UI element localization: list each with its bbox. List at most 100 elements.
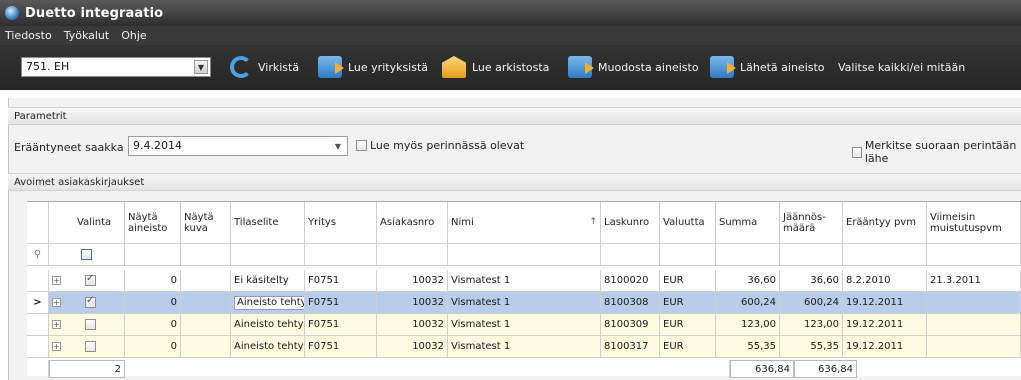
cell-yritys: F0751 xyxy=(305,292,377,314)
filter-cell[interactable] xyxy=(181,244,231,266)
filter-cell[interactable] xyxy=(377,244,448,266)
cell-summa-value: 123,00 xyxy=(741,319,776,330)
read-companies-button[interactable]: Lue yrityksistä xyxy=(318,55,428,79)
cell-tilaselite-value: Aineisto tehty xyxy=(234,295,304,310)
table-row[interactable]: >+0 Aineisto tehty F0751 10032 Vismatest 1 81… xyxy=(27,292,1021,314)
filter-cell[interactable] xyxy=(927,244,1021,266)
expand-icon[interactable]: + xyxy=(52,276,61,285)
col-header-yritys[interactable]: Yritys xyxy=(305,202,377,244)
filter-cell[interactable] xyxy=(448,244,601,266)
expand-icon[interactable]: + xyxy=(52,342,61,351)
cell-yritys: F0751 xyxy=(305,314,377,336)
row-indicator[interactable]: > xyxy=(27,292,49,314)
cell-asiakasnro-value: 10032 xyxy=(412,275,444,286)
row-select-cell[interactable]: + xyxy=(49,270,125,292)
row-checkbox[interactable] xyxy=(85,341,96,352)
row-select-cell[interactable]: + xyxy=(49,336,125,358)
cell-yritys-value: F0751 xyxy=(308,297,340,308)
filter-cell[interactable] xyxy=(601,244,660,266)
filter-valinta[interactable] xyxy=(49,244,125,266)
col-header-jaannosmaara[interactable]: Jäännös-määrä xyxy=(780,202,843,244)
cell-yritys-value: F0751 xyxy=(308,341,340,352)
row-indicator[interactable] xyxy=(27,314,49,336)
cell-nayta-kuva xyxy=(181,336,231,358)
table-row[interactable]: +0 Aineisto tehty F0751 10032 Vismatest 1 810… xyxy=(27,336,1021,358)
row-select-cell[interactable]: + xyxy=(49,314,125,336)
footer-spacer xyxy=(27,360,49,378)
filter-cell[interactable] xyxy=(125,244,181,266)
cell-valuutta: EUR xyxy=(660,292,716,314)
filter-cell[interactable] xyxy=(305,244,377,266)
cell-laskunro: 8100308 xyxy=(601,292,660,314)
cell-valuutta: EUR xyxy=(660,270,716,292)
menu-file[interactable]: Tiedosto xyxy=(5,29,52,42)
read-collection-checkbox[interactable] xyxy=(356,140,367,151)
cell-jaannosmaara: 36,60 xyxy=(780,270,843,292)
cell-asiakasnro-value: 10032 xyxy=(412,341,444,352)
filter-cell[interactable] xyxy=(660,244,716,266)
col-header-muistutus[interactable]: Viimeisin muistutuspvm xyxy=(927,202,1021,244)
filter-cell[interactable] xyxy=(716,244,780,266)
import-icon xyxy=(318,56,344,78)
cell-nayta-kuva xyxy=(181,314,231,336)
col-header-erantyy[interactable]: Erääntyy pvm xyxy=(843,202,927,244)
company-select[interactable]: 751. EH ▼ xyxy=(21,57,211,77)
table-row[interactable]: +0 Ei käsitelty F0751 10032 Vismatest 1 81000… xyxy=(27,270,1021,292)
cell-asiakasnro: 10032 xyxy=(377,270,448,292)
row-checkbox[interactable] xyxy=(85,295,96,308)
filter-icon[interactable]: ⚲ xyxy=(27,244,49,266)
grid-filter-row: ⚲ xyxy=(27,244,1021,266)
sort-ascending-icon: ↑ xyxy=(589,217,597,227)
row-indicator[interactable] xyxy=(27,270,49,292)
chevron-down-icon[interactable]: ▼ xyxy=(332,140,344,152)
row-indicator-header xyxy=(27,202,49,244)
menu-help[interactable]: Ohje xyxy=(121,29,146,42)
cell-laskunro-value: 8100317 xyxy=(604,341,649,352)
cell-nimi-value: Vismatest 1 xyxy=(451,341,511,352)
due-date-input[interactable]: 9.4.2014 ▼ xyxy=(128,136,348,156)
cell-valuutta: EUR xyxy=(660,336,716,358)
col-header-laskunro[interactable]: Laskunro xyxy=(601,202,660,244)
filter-cell[interactable] xyxy=(843,244,927,266)
cell-laskunro: 8100309 xyxy=(601,314,660,336)
expand-icon[interactable]: + xyxy=(52,320,61,329)
col-header-valuutta[interactable]: Valuutta xyxy=(660,202,716,244)
cell-summa: 36,60 xyxy=(716,270,780,292)
filter-cell[interactable] xyxy=(780,244,843,266)
cell-muistutus xyxy=(927,336,1021,358)
menu-tools[interactable]: Työkalut xyxy=(64,29,110,42)
refresh-icon xyxy=(230,56,252,78)
menu-bar: Tiedosto Työkalut Ohje xyxy=(0,26,1021,45)
refresh-button[interactable]: Virkistä xyxy=(230,55,299,79)
archive-box-icon xyxy=(442,56,466,78)
col-header-valinta[interactable]: Valinta xyxy=(49,202,125,244)
row-checkbox[interactable] xyxy=(85,273,96,286)
expand-icon[interactable]: + xyxy=(52,298,61,307)
col-header-asiakasnro[interactable]: Asiakasnro xyxy=(377,202,448,244)
cell-valuutta-value: EUR xyxy=(663,319,684,330)
cell-nayta-aineisto: 0 xyxy=(125,314,181,336)
cell-summa: 55,35 xyxy=(716,336,780,358)
col-header-tilaselite[interactable]: Tilaselite xyxy=(231,202,305,244)
table-row[interactable]: +0 Aineisto tehty F0751 10032 Vismatest 1 810… xyxy=(27,314,1021,336)
select-all-button[interactable]: Valitse kaikki/ei mitään xyxy=(838,55,965,79)
filter-cell[interactable] xyxy=(231,244,305,266)
col-header-summa[interactable]: Summa xyxy=(716,202,780,244)
cell-erantyy-value: 8.2.2010 xyxy=(846,275,891,286)
mark-direct-option[interactable]: Merkitse suoraan perintään lähe xyxy=(852,139,1021,165)
row-select-cell[interactable]: + xyxy=(49,292,125,314)
col-header-nayta-kuva[interactable]: Näytä kuva xyxy=(181,202,231,244)
read-archive-button[interactable]: Lue arkistosta xyxy=(442,55,549,79)
row-checkbox[interactable] xyxy=(85,319,96,330)
chevron-down-icon[interactable]: ▼ xyxy=(194,60,208,74)
filter-checkbox[interactable] xyxy=(81,249,92,260)
read-collection-option[interactable]: Lue myös perinnässä olevat xyxy=(356,139,524,152)
mark-direct-checkbox[interactable] xyxy=(852,146,862,158)
send-material-button[interactable]: Lähetä aineisto xyxy=(710,55,825,79)
col-header-nimi[interactable]: Nimi ↑ xyxy=(448,202,601,244)
col-header-nayta-aineisto[interactable]: Näytä aineisto xyxy=(125,202,181,244)
row-indicator[interactable] xyxy=(27,336,49,358)
cell-erantyy-value: 19.12.2011 xyxy=(846,297,904,308)
build-material-button[interactable]: Muodosta aineisto xyxy=(568,55,699,79)
cell-nayta-kuva xyxy=(181,270,231,292)
